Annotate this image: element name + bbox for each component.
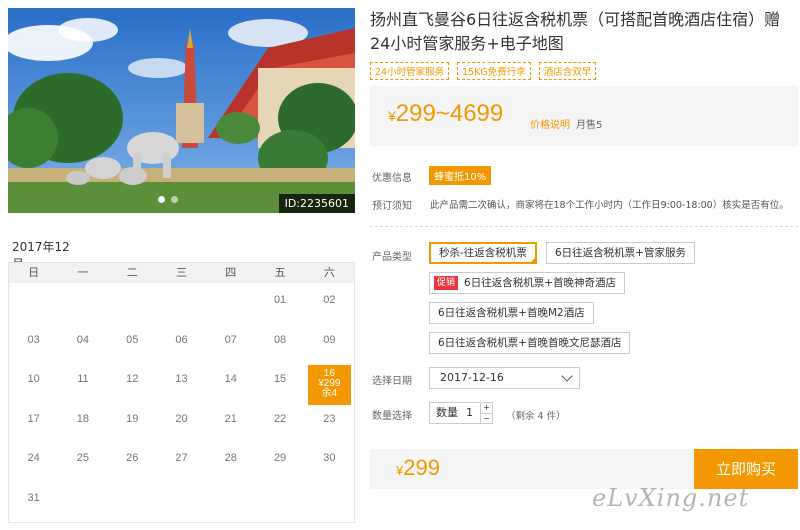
calendar-day[interactable]: 20: [157, 405, 206, 445]
product-type-option-selected[interactable]: 秒杀-往返含税机票: [429, 242, 537, 264]
quantity-stepper[interactable]: 数量 1 + −: [429, 402, 493, 424]
date-label: 选择日期: [372, 376, 412, 387]
section-divider: [370, 226, 798, 227]
calendar-empty: [157, 286, 206, 326]
date-value: 2017-12-16: [440, 371, 504, 384]
carousel-dot[interactable]: [171, 196, 178, 203]
calendar-day[interactable]: 29: [255, 444, 304, 484]
remaining-stock: （剩余 4 件）: [506, 411, 566, 422]
promo-badge: 促销: [434, 276, 459, 290]
product-type-option[interactable]: 6日往返含税机票+首晚M2酒店: [429, 302, 594, 324]
temple-photo: [8, 8, 355, 213]
calendar-day[interactable]: 25: [58, 444, 107, 484]
calendar-empty: [108, 286, 157, 326]
price-range-value: 299~4699: [395, 100, 504, 127]
notice-text: 此产品需二次确认，商家将在18个工作小时内（工作日9:00-18:00）核实是否…: [430, 200, 789, 211]
product-type-option[interactable]: 6日往返含税机票+首晚首晚文尼瑟酒店: [429, 332, 631, 354]
calendar-day[interactable]: 01: [255, 286, 304, 326]
calendar-day[interactable]: 23: [305, 405, 354, 445]
calendar-day[interactable]: 26: [108, 444, 157, 484]
calendar-day[interactable]: 22: [255, 405, 304, 445]
product-tags: 24小时管家服务 15KG免费行李 酒店含双早: [370, 62, 597, 80]
calendar-day[interactable]: 09: [305, 326, 354, 366]
calendar-day[interactable]: 27: [157, 444, 206, 484]
selected-corner-icon: [528, 256, 537, 264]
option-label: 秒杀-往返含税机票: [439, 247, 527, 259]
calendar-weekdays: 日 一 二 三 四 五 六: [9, 263, 354, 283]
calendar-day[interactable]: 30: [305, 444, 354, 484]
product-type-option[interactable]: 促销 6日往返含税机票+首晚神奇酒店: [429, 272, 625, 294]
weekday-label: 二: [126, 266, 138, 279]
weekday-label: 一: [77, 266, 89, 279]
calendar-day[interactable]: 28: [206, 444, 255, 484]
weekday-label: 三: [175, 266, 187, 279]
calendar: 日 一 二 三 四 五 六 01 02 03 04 05 06 07 08 09…: [8, 263, 355, 523]
decrement-button[interactable]: −: [481, 413, 492, 423]
calendar-day[interactable]: 11: [58, 365, 107, 405]
calendar-day[interactable]: 08: [255, 326, 304, 366]
weekday-label: 日: [28, 266, 40, 279]
product-type-option[interactable]: 6日往返含税机票+管家服务: [546, 242, 695, 264]
calendar-day[interactable]: 13: [157, 365, 206, 405]
calendar-empty: [206, 286, 255, 326]
calendar-day-selected[interactable]: 16 ¥299 余4: [307, 365, 351, 405]
final-price: ¥299: [396, 455, 440, 481]
carousel-dots[interactable]: [158, 196, 178, 203]
weekday-label: 六: [323, 266, 335, 279]
watermark: eLvXing.net: [592, 484, 750, 512]
calendar-day[interactable]: 17: [9, 405, 58, 445]
calendar-empty: [58, 286, 107, 326]
notice-label: 预订须知: [372, 201, 412, 212]
calendar-empty: [9, 286, 58, 326]
chevron-down-icon: [561, 370, 573, 382]
calendar-day[interactable]: 18: [58, 405, 107, 445]
calendar-day[interactable]: 06: [157, 326, 206, 366]
monthly-sales: 月售5: [576, 120, 603, 131]
calendar-day[interactable]: 10: [9, 365, 58, 405]
product-photo[interactable]: ID:2235601: [8, 8, 355, 213]
product-tag: 24小时管家服务: [370, 62, 450, 80]
option-label: 6日往返含税机票+首晚首晚文尼瑟酒店: [438, 337, 622, 349]
option-label: 6日往返含税机票+首晚神奇酒店: [464, 277, 616, 289]
buy-now-button[interactable]: 立即购买: [694, 449, 798, 489]
price-range: ¥299~4699: [388, 100, 503, 128]
product-type-label: 产品类型: [372, 252, 412, 263]
option-label: 6日往返含税机票+管家服务: [555, 247, 686, 259]
weekday-label: 五: [274, 266, 286, 279]
calendar-day[interactable]: 24: [9, 444, 58, 484]
calendar-day[interactable]: 15: [255, 365, 304, 405]
selected-day-stock: 余4: [321, 388, 338, 399]
calendar-day[interactable]: 05: [108, 326, 157, 366]
weekday-label: 四: [225, 266, 237, 279]
calendar-day[interactable]: 03: [9, 326, 58, 366]
calendar-day[interactable]: 21: [206, 405, 255, 445]
price-box: ¥299~4699 价格说明 月售5: [370, 86, 798, 146]
option-label: 6日往返含税机票+首晚M2酒店: [438, 307, 585, 319]
date-select[interactable]: 2017-12-16: [429, 367, 580, 389]
photo-id-label: ID:2235601: [278, 194, 355, 213]
total-bar: ¥299: [370, 449, 696, 489]
quantity-label: 数量选择: [372, 411, 412, 422]
discount-badge: 蜂蜜抵10%: [429, 166, 492, 185]
quantity-value[interactable]: 1: [466, 403, 473, 423]
calendar-day[interactable]: 07: [206, 326, 255, 366]
product-title: 扬州直飞曼谷6日往返含税机票（可搭配首晚酒店住宿）赠24小时管家服务+电子地图: [370, 10, 781, 53]
product-tag: 酒店含双早: [538, 62, 597, 80]
calendar-day[interactable]: 04: [58, 326, 107, 366]
discount-label: 优惠信息: [372, 173, 412, 184]
calendar-day[interactable]: 14: [206, 365, 255, 405]
price-note-link[interactable]: 价格说明: [530, 116, 570, 131]
calendar-day[interactable]: 31: [9, 484, 58, 524]
calendar-day[interactable]: 02: [305, 286, 354, 326]
calendar-day[interactable]: 19: [108, 405, 157, 445]
carousel-dot[interactable]: [158, 196, 165, 203]
product-tag: 15KG免费行李: [457, 62, 531, 80]
increment-button[interactable]: +: [481, 403, 492, 413]
calendar-days: 01 02 03 04 05 06 07 08 09 10 11 12 13 1…: [9, 283, 354, 523]
price-currency: ¥: [388, 108, 396, 124]
final-price-value: 299: [403, 455, 440, 480]
quantity-field-label: 数量: [436, 406, 458, 419]
calendar-day[interactable]: 12: [108, 365, 157, 405]
stepper-buttons: + −: [480, 403, 492, 423]
